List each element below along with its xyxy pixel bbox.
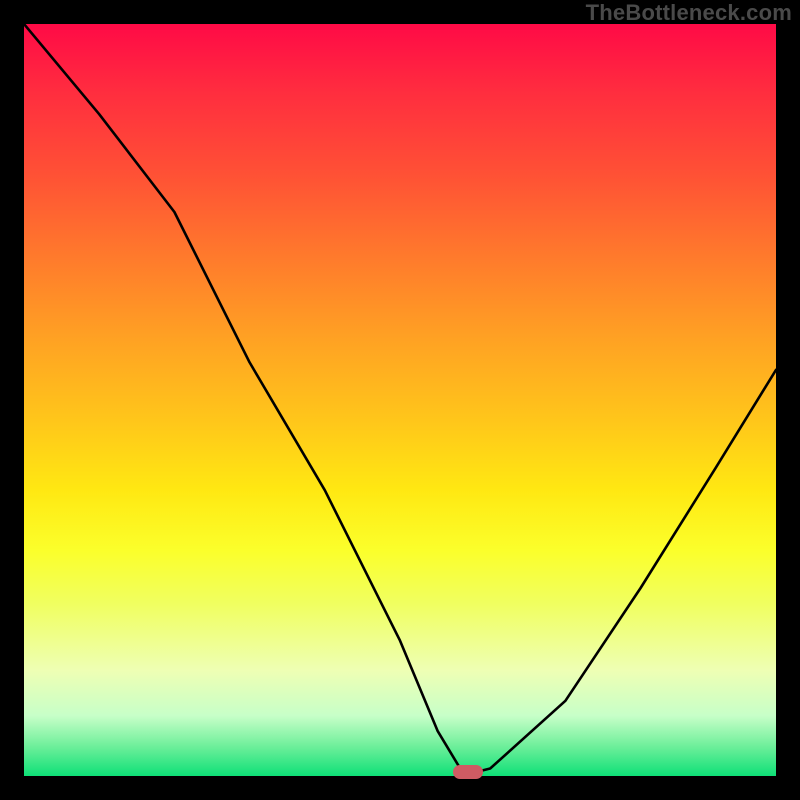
plot-area [24, 24, 776, 776]
chart-frame: TheBottleneck.com [0, 0, 800, 800]
bottleneck-curve [24, 24, 776, 776]
optimal-marker [453, 765, 483, 779]
watermark-text: TheBottleneck.com [586, 0, 792, 26]
